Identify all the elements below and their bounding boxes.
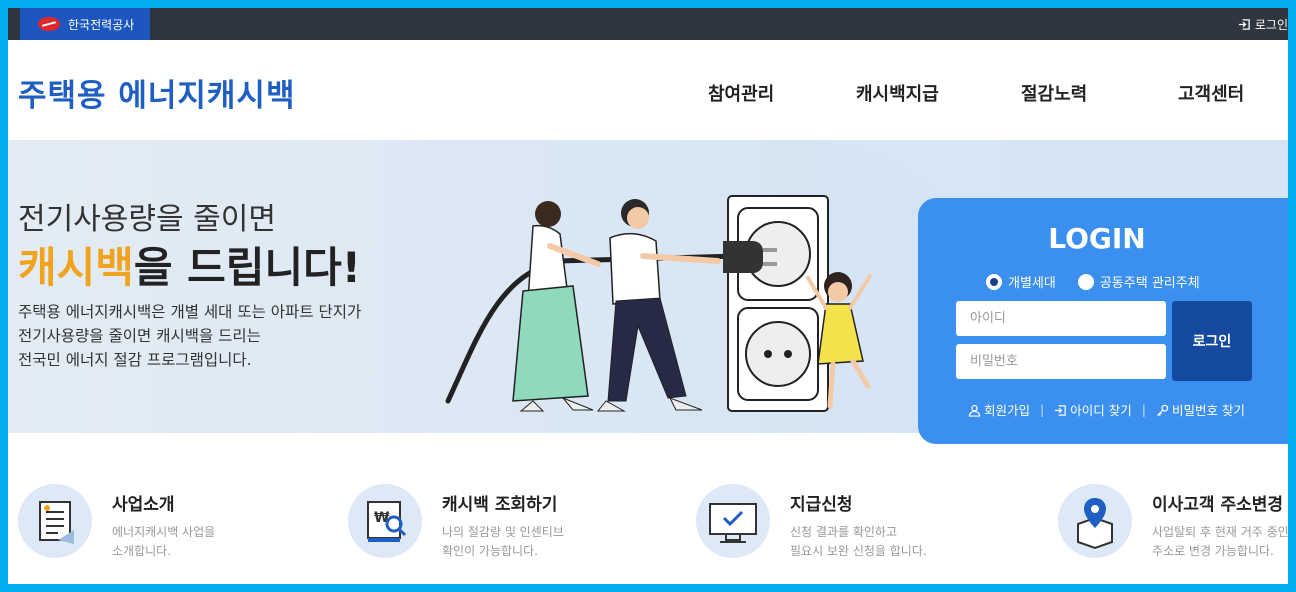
signup-label: 회원가입	[984, 403, 1031, 418]
link-divider: |	[1141, 402, 1146, 417]
service-desc: 소개합니다.	[112, 544, 172, 558]
top-login-link[interactable]: 로그인	[1238, 8, 1288, 40]
service-payment-application[interactable]: 지급신청 신청 결과를 확인하고 필요시 보완 신청을 합니다.	[696, 484, 927, 561]
service-desc: 에너지캐시백 사업을	[112, 525, 216, 539]
member-type-radio-group: 개별세대 공동주택 관리주체	[986, 272, 1200, 291]
signup-link[interactable]: 회원가입	[968, 400, 1030, 419]
nav-cashback-payment[interactable]: 캐시백지급	[856, 80, 939, 106]
link-divider: |	[1040, 402, 1045, 417]
hero-desc-line: 전기사용량을 줄이면 캐시백을 드리는	[18, 327, 261, 345]
hero-desc-line: 전국민 에너지 절감 프로그램입니다.	[18, 351, 252, 369]
radio-individual-household[interactable]: 개별세대	[986, 272, 1056, 291]
find-password-label: 비밀번호 찾기	[1171, 403, 1245, 418]
top-login-label: 로그인	[1254, 17, 1288, 32]
kepco-logo-icon	[38, 17, 60, 31]
service-title: 지급신청	[790, 495, 853, 515]
radio-label: 공동주택 관리주체	[1099, 276, 1200, 291]
document-icon	[18, 484, 92, 558]
nav-participation[interactable]: 참여관리	[708, 80, 774, 106]
login-button[interactable]: 로그인	[1172, 301, 1252, 381]
radio-label: 개별세대	[1008, 276, 1056, 291]
hero-headline-rest: 을 드립니다!	[133, 243, 361, 292]
password-input[interactable]	[956, 344, 1166, 379]
login-title: LOGIN	[1048, 222, 1146, 255]
hero-desc-line: 주택용 에너지캐시백은 개별 세대 또는 아파트 단지가	[18, 303, 362, 321]
service-desc: 확인이 가능합니다.	[442, 544, 538, 558]
hero-illustration	[445, 195, 872, 412]
service-desc: 필요시 보완 신청을 합니다.	[790, 544, 927, 558]
find-password-link[interactable]: 비밀번호 찾기	[1156, 400, 1245, 419]
service-title: 이사고객 주소변경	[1152, 495, 1284, 515]
find-id-label: 아이디 찾기	[1070, 403, 1132, 418]
kepco-link[interactable]: 한국전력공사	[20, 8, 150, 40]
won-search-icon: ₩	[348, 484, 422, 558]
hero-description: 주택용 에너지캐시백은 개별 세대 또는 아파트 단지가 전기사용량을 줄이면 …	[18, 300, 418, 372]
service-desc: 사업탈퇴 후 현재 거주 중인	[1152, 525, 1288, 539]
service-business-intro[interactable]: 사업소개 에너지캐시백 사업을 소개합니다.	[18, 484, 215, 561]
find-id-link[interactable]: 아이디 찾기	[1054, 400, 1132, 419]
hero-highlight: 캐시백	[18, 243, 134, 292]
nav-saving-effort[interactable]: 절감노력	[1021, 80, 1087, 106]
hero-headline-main: 캐시백을 드립니다!	[18, 234, 361, 295]
map-pin-icon	[1058, 484, 1132, 558]
key-icon	[1156, 404, 1169, 417]
radio-selected-icon	[986, 273, 1002, 290]
login-panel: LOGIN 개별세대 공동주택 관리주체 로그인 회원가입 | 아이디 찾기 |…	[918, 198, 1288, 444]
page: 한국전력공사 로그인 주택용 에너지캐시백 참여관리 캐시백지급 절감노력 고객…	[8, 8, 1288, 584]
monitor-check-icon	[696, 484, 770, 558]
service-cashback-inquiry[interactable]: ₩ 캐시백 조회하기 나의 절감량 및 인센티브 확인이 가능합니다.	[348, 484, 564, 561]
top-bar: 한국전력공사 로그인	[8, 8, 1288, 40]
service-address-change[interactable]: 이사고객 주소변경 사업탈퇴 후 현재 거주 중인 주소로 변경 가능합니다.	[1058, 484, 1288, 561]
service-title: 캐시백 조회하기	[442, 495, 558, 515]
nav-customer-center[interactable]: 고객센터	[1178, 80, 1244, 106]
service-title: 사업소개	[112, 495, 175, 515]
user-id-input[interactable]	[956, 301, 1166, 336]
login-enter-icon	[1238, 18, 1250, 30]
service-desc: 나의 절감량 및 인센티브	[442, 525, 564, 539]
login-enter-icon	[1055, 405, 1066, 416]
radio-unselected-icon	[1077, 273, 1094, 290]
service-desc: 신청 결과를 확인하고	[790, 525, 897, 539]
service-desc: 주소로 변경 가능합니다.	[1152, 544, 1274, 558]
kepco-name: 한국전력공사	[68, 17, 135, 32]
login-links: 회원가입 | 아이디 찾기 | 비밀번호 찾기	[968, 400, 1245, 419]
user-icon	[968, 404, 981, 417]
hero-headline: 전기사용량을 줄이면	[18, 202, 276, 237]
site-logo[interactable]: 주택용 에너지캐시백	[18, 70, 295, 115]
radio-apartment-manager[interactable]: 공동주택 관리주체	[1077, 272, 1200, 291]
